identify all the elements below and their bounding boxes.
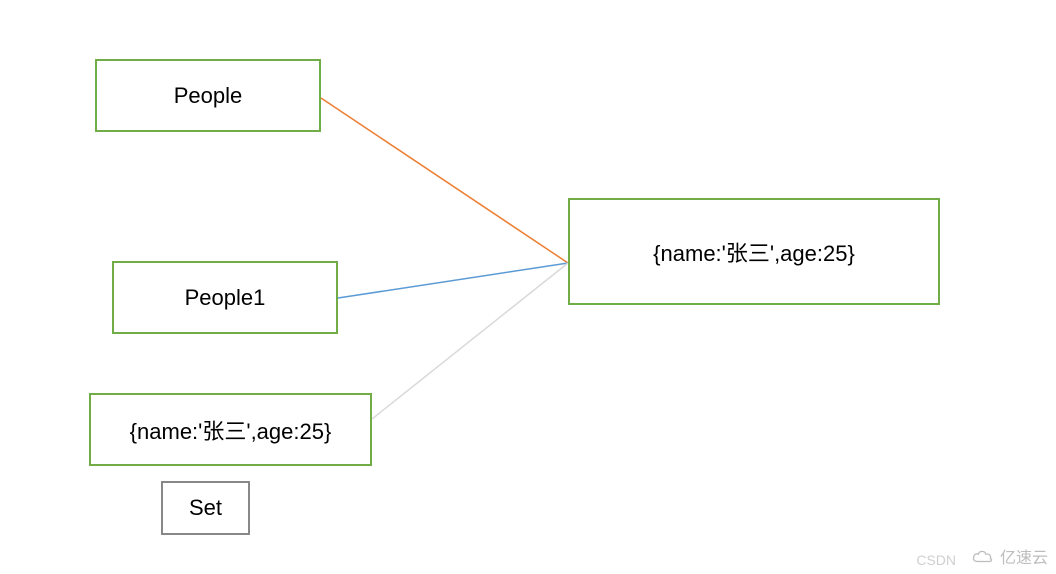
connector-people1-to-object bbox=[338, 263, 568, 298]
box-object-left: {name:'张三',age:25} bbox=[89, 393, 372, 466]
box-set-label: Set bbox=[189, 495, 222, 521]
box-object-right-label: {name:'张三',age:25} bbox=[653, 236, 855, 268]
connector-objectleft-to-object bbox=[372, 263, 568, 419]
watermark-yisuyun: 亿速云 bbox=[972, 544, 1048, 568]
box-people: People bbox=[95, 59, 321, 132]
watermark-csdn: CSDN bbox=[916, 552, 956, 568]
box-set: Set bbox=[161, 481, 250, 535]
box-people-label: People bbox=[174, 83, 243, 109]
box-people1: People1 bbox=[112, 261, 338, 334]
cloud-icon bbox=[972, 548, 994, 564]
box-people1-label: People1 bbox=[185, 285, 266, 311]
box-object-right: {name:'张三',age:25} bbox=[568, 198, 940, 305]
box-object-left-label: {name:'张三',age:25} bbox=[130, 414, 332, 446]
connector-people-to-object bbox=[321, 98, 568, 263]
